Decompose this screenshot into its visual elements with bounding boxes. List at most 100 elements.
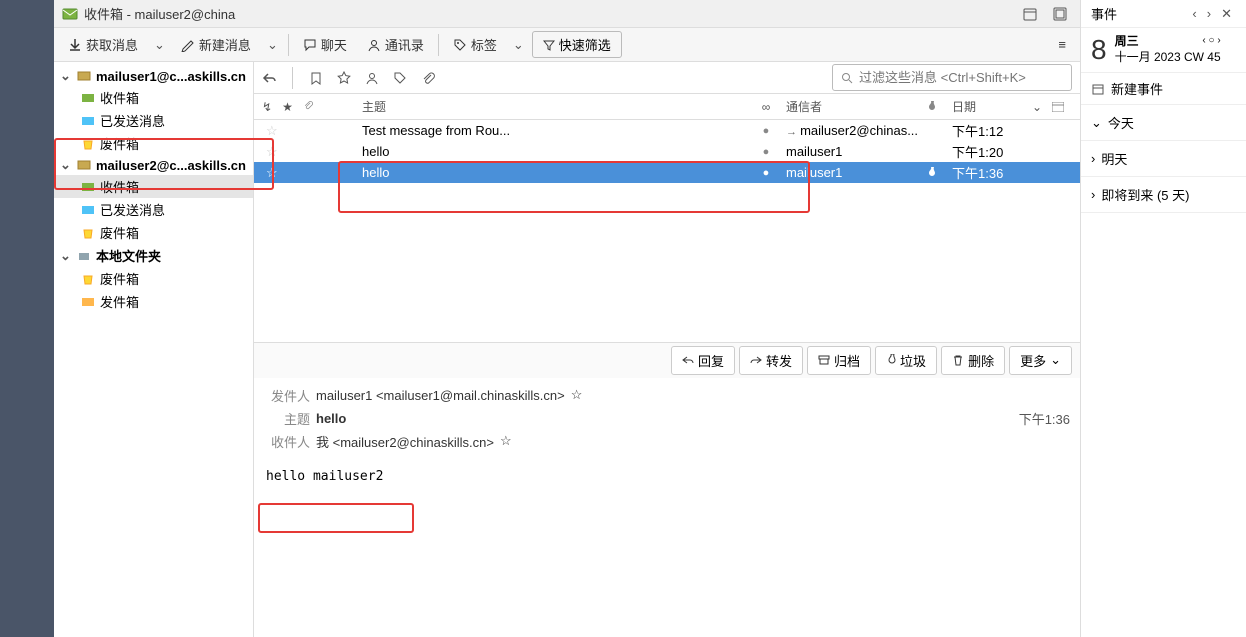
chevron-right-icon: › [1091,187,1095,202]
chevron-right-icon: › [1091,151,1095,166]
trash-icon [80,226,96,240]
to-label: 收件人 [264,432,310,451]
preview-toolbar: 回复 转发 归档 垃圾 删除 更多⌄ [254,342,1080,378]
account-2-sent[interactable]: 已发送消息 [54,198,253,221]
search-input[interactable] [859,70,1063,85]
local-outbox[interactable]: 发件箱 [54,290,253,313]
folder-sidebar: ⌄ mailuser1@c...askills.cn 收件箱 已发送消息 废件箱… [54,62,254,637]
trash-icon [80,272,96,286]
chat-button[interactable]: 聊天 [295,31,355,58]
local-icon [76,249,92,263]
account-1[interactable]: ⌄ mailuser1@c...askills.cn [54,66,253,86]
account-2[interactable]: ⌄ mailuser2@c...askills.cn [54,155,253,175]
quick-filter-button[interactable]: 快速筛选 [532,31,622,58]
get-dropdown[interactable]: ⌄ [150,35,169,55]
app-icon [62,6,78,22]
col-junk[interactable] [926,101,952,113]
inbox-icon [80,91,96,105]
subject-label: 主题 [264,409,310,428]
date-day: 8 [1091,34,1107,66]
delete-button[interactable]: 删除 [941,346,1005,375]
bookmark-icon[interactable] [309,71,323,85]
new-message-button[interactable]: 新建消息 [173,31,259,58]
account-1-trash[interactable]: 废件箱 [54,132,253,155]
star-icon[interactable]: ☆ [262,144,292,160]
menu-icon[interactable]: ≡ [1050,33,1074,56]
col-sender[interactable]: 通信者 [786,98,926,115]
col-date[interactable]: 日期 [952,98,1032,115]
new-message-label: 新建消息 [199,35,251,54]
local-folders[interactable]: ⌄ 本地文件夹 [54,244,253,267]
events-upcoming[interactable]: ›即将到来 (5 天) [1081,177,1246,213]
local-trash[interactable]: 废件箱 [54,267,253,290]
date-display: 8 周三 ‹ ○ › 十一月 2023 CW 45 [1081,28,1246,73]
junk-button[interactable]: 垃圾 [875,346,937,375]
chat-label: 聊天 [321,35,347,54]
tasks-icon[interactable] [1048,4,1072,24]
account-1-inbox[interactable]: 收件箱 [54,86,253,109]
forward-button[interactable]: 转发 [739,346,803,375]
tag-dropdown[interactable]: ⌄ [509,35,528,55]
col-replied[interactable]: ∞ [746,100,786,114]
account-1-sent[interactable]: 已发送消息 [54,109,253,132]
column-headers: ↯★ 主题 ∞ 通信者 日期 ⌄ [254,94,1080,120]
trash-icon [80,137,96,151]
message-row-selected[interactable]: ☆ hello ● mailuser1 下午1:36 [254,162,1080,183]
col-picker[interactable] [1052,102,1072,112]
local-folders-label: 本地文件夹 [96,246,161,265]
star-icon[interactable]: ☆ [571,387,583,403]
new-event-button[interactable]: 新建事件 [1081,73,1246,105]
message-content: ↯★ 主题 ∞ 通信者 日期 ⌄ ☆ Test message from Rou… [254,62,1080,637]
tag-button[interactable]: 标签 [445,31,505,58]
star-icon[interactable]: ☆ [262,165,292,181]
date-weekday: 周三 [1115,34,1139,48]
new-dropdown[interactable]: ⌄ [263,35,282,55]
col-sort[interactable]: ⌄ [1032,100,1052,114]
message-header: 发件人 mailuser1 <mailuser1@mail.chinaskills… [254,378,1080,459]
attachment-icon[interactable] [421,71,435,85]
sent-icon [80,114,96,128]
inbox-icon [80,180,96,194]
reply-icon[interactable] [262,71,276,85]
filter-search[interactable] [832,64,1072,91]
from-value: mailuser1 <mailuser1@mail.chinaskills.cn… [316,388,565,403]
account-2-trash[interactable]: 废件箱 [54,221,253,244]
col-icons[interactable]: ↯★ [262,100,352,114]
star-icon[interactable]: ☆ [500,433,512,449]
events-today[interactable]: ⌄今天 [1081,105,1246,141]
prev-icon[interactable]: ‹ [1188,4,1200,23]
from-label: 发件人 [264,386,310,405]
calendar-icon[interactable] [1018,4,1042,24]
filter-bar [254,62,1080,94]
mailbox-icon [76,69,92,83]
mailbox-icon [76,158,92,172]
contacts-button[interactable]: 通讯录 [359,31,432,58]
tag-filter-icon[interactable] [393,71,407,85]
mail-window: 收件箱 - mailuser2@china 获取消息 ⌄ 新建消息 ⌄ 聊天 通… [54,0,1080,637]
chevron-down-icon: ⌄ [60,157,72,173]
chevron-down-icon: ⌄ [1091,115,1102,131]
window-title: 收件箱 - mailuser2@china [84,4,1012,23]
outbox-icon [80,295,96,309]
events-tomorrow[interactable]: ›明天 [1081,141,1246,177]
events-title: 事件 [1091,4,1188,23]
read-indicator: ● [746,167,786,179]
message-row[interactable]: ☆ hello ● mailuser1 下午1:20 [254,141,1080,162]
message-row[interactable]: ☆ Test message from Rou... ● → mailuser2… [254,120,1080,141]
events-header: 事件 ‹ › ✕ [1081,0,1246,28]
main-toolbar: 获取消息 ⌄ 新建消息 ⌄ 聊天 通讯录 标签 ⌄ 快速筛选 ≡ [54,28,1080,62]
chevron-down-icon: ⌄ [60,68,72,84]
get-messages-button[interactable]: 获取消息 [60,31,146,58]
next-icon[interactable]: › [1203,4,1215,23]
star-icon[interactable]: ☆ [262,123,292,139]
more-button[interactable]: 更多⌄ [1009,346,1072,375]
account-1-label: mailuser1@c...askills.cn [96,69,246,84]
account-2-inbox[interactable]: 收件箱 [54,175,253,198]
close-icon[interactable]: ✕ [1217,4,1236,24]
quick-filter-label: 快速筛选 [559,35,611,54]
col-subject[interactable]: 主题 [352,98,746,115]
contact-icon[interactable] [365,71,379,85]
star-icon[interactable] [337,71,351,85]
reply-button[interactable]: 回复 [671,346,735,375]
archive-button[interactable]: 归档 [807,346,871,375]
